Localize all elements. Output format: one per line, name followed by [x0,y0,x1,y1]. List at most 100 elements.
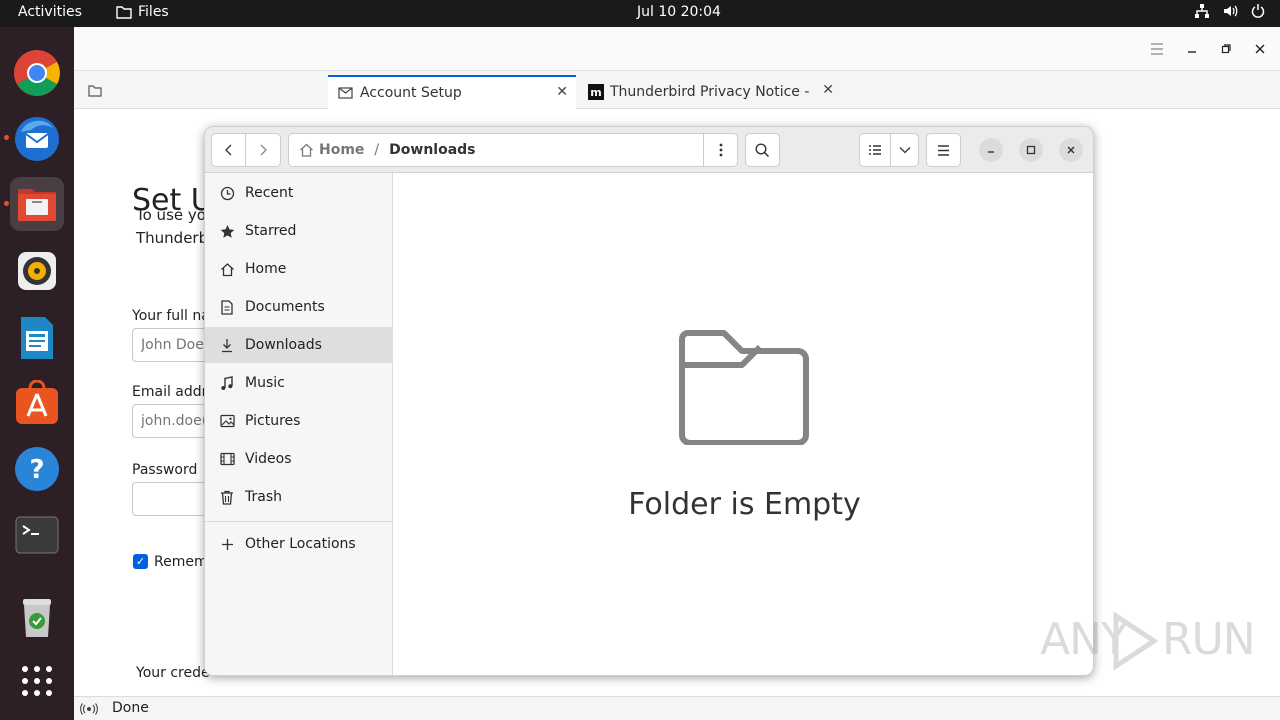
clock[interactable]: Jul 10 20:04 [637,4,721,20]
maximize-button[interactable] [1019,138,1043,162]
sidebar-item-music[interactable]: Music [205,365,393,401]
intro-text: To use yo [136,206,206,224]
svg-text:m: m [590,86,601,99]
path-menu-button[interactable] [703,134,737,166]
sidebar-item-label: Recent [245,185,294,201]
path-bar: Home / Downloads [288,133,738,167]
download-icon [219,337,235,353]
thunderbird-titlebar[interactable] [74,27,1280,71]
sidebar-item-label: Trash [245,489,282,505]
files-launcher[interactable] [10,177,64,231]
network-icon [1195,4,1209,18]
system-tray[interactable] [1194,3,1266,19]
sidebar-item-label: Home [245,261,287,277]
sidebar-item-label: Music [245,375,285,391]
power-icon [1251,4,1265,18]
email-label: Email addr [132,384,208,400]
remember-label: Remem [154,554,208,570]
close-button[interactable] [1059,138,1083,162]
video-icon [219,451,235,467]
app-menu-icon[interactable] [1148,40,1166,58]
sidebar-item-label: Starred [245,223,297,239]
sidebar-item-label: Downloads [245,337,322,353]
sidebar-item-label: Other Locations [245,536,356,552]
app-menu[interactable]: Files [116,4,169,20]
writer-launcher[interactable] [10,311,64,365]
sidebar-item-home[interactable]: Home [205,251,393,287]
forward-button[interactable] [246,134,280,166]
close-icon[interactable] [1251,40,1269,58]
files-window: Home / Downloads Recent Starred Home Doc… [204,126,1094,676]
sidebar-item-trash[interactable]: Trash [205,479,393,515]
plus-icon [219,536,235,552]
volume-icon [1224,5,1238,17]
password-label: Password [132,462,198,478]
minimize-icon [988,151,994,153]
thunderbird-launcher[interactable] [10,111,64,165]
trash-launcher[interactable] [10,590,64,644]
running-indicator [4,135,9,140]
list-view-icon [869,145,882,155]
activities-button[interactable]: Activities [18,4,82,20]
credentials-note: Your crede [136,665,210,681]
app-grid-button[interactable] [10,654,64,708]
writer-icon [21,317,53,359]
sidebar-item-videos[interactable]: Videos [205,441,393,477]
app-name: Files [138,4,169,20]
app-center-icon [16,380,58,424]
search-button[interactable] [745,133,780,167]
home-icon [300,143,313,157]
chrome-launcher[interactable] [10,46,64,100]
home-icon [219,261,235,277]
sidebar-item-starred[interactable]: Starred [205,213,393,249]
hamburger-icon [938,144,949,156]
sidebar-item-documents[interactable]: Documents [205,289,393,325]
sidebar-item-label: Documents [245,299,325,315]
app-center-launcher[interactable] [10,376,64,430]
close-tab-icon[interactable]: ✕ [556,84,568,100]
tab-account-setup[interactable]: Account Setup ✕ [328,75,576,109]
status-text: Done [112,700,149,716]
sidebar-item-recent[interactable]: Recent [205,175,393,211]
sidebar-item-downloads[interactable]: Downloads [205,327,393,363]
sidebar-item-other-locations[interactable]: Other Locations [205,526,393,562]
minimize-button[interactable] [979,138,1003,162]
dock: ? [0,27,74,720]
trash-icon [23,599,51,637]
terminal-launcher[interactable] [10,508,64,562]
file-view[interactable]: Folder is Empty [394,173,1093,675]
sidebar-item-pictures[interactable]: Pictures [205,403,393,439]
restore-icon[interactable] [1217,40,1235,58]
close-tab-icon[interactable]: ✕ [822,82,834,98]
play-logo-icon [1113,612,1159,670]
breadcrumb-current[interactable]: Downloads [389,142,475,158]
folder-icon[interactable] [88,85,102,101]
minimize-icon[interactable] [1183,40,1201,58]
tab-label: Account Setup [360,85,462,101]
close-icon [1067,146,1075,154]
fullname-label: Your full na [132,308,210,324]
help-launcher[interactable]: ? [10,442,64,496]
breadcrumb-home[interactable]: Home [299,142,364,158]
tab-label: Thunderbird Privacy Notice - [610,84,810,100]
list-view-button[interactable] [860,134,892,166]
files-sidebar: Recent Starred Home Documents Downloads … [205,173,393,675]
files-headerbar[interactable]: Home / Downloads [205,127,1093,173]
rhythmbox-launcher[interactable] [10,244,64,298]
status-bar: Done [74,696,1280,720]
thunderbird-icon [15,117,59,161]
remember-checkbox[interactable]: ✓ [133,554,148,569]
terminal-icon [15,516,59,554]
music-icon [219,375,235,391]
watermark-right: RUN [1162,614,1256,665]
search-icon [755,142,770,157]
view-options-button[interactable] [891,134,918,166]
chevron-right-icon [260,144,267,156]
activity-icon [80,703,98,715]
empty-message: Folder is Empty [628,487,861,522]
intro-text: Thunderb [136,229,209,247]
tab-privacy-notice[interactable]: m Thunderbird Privacy Notice - ✕ [578,75,834,109]
back-button[interactable] [212,134,247,166]
main-menu-button[interactable] [926,133,961,167]
clock-icon [219,185,235,201]
